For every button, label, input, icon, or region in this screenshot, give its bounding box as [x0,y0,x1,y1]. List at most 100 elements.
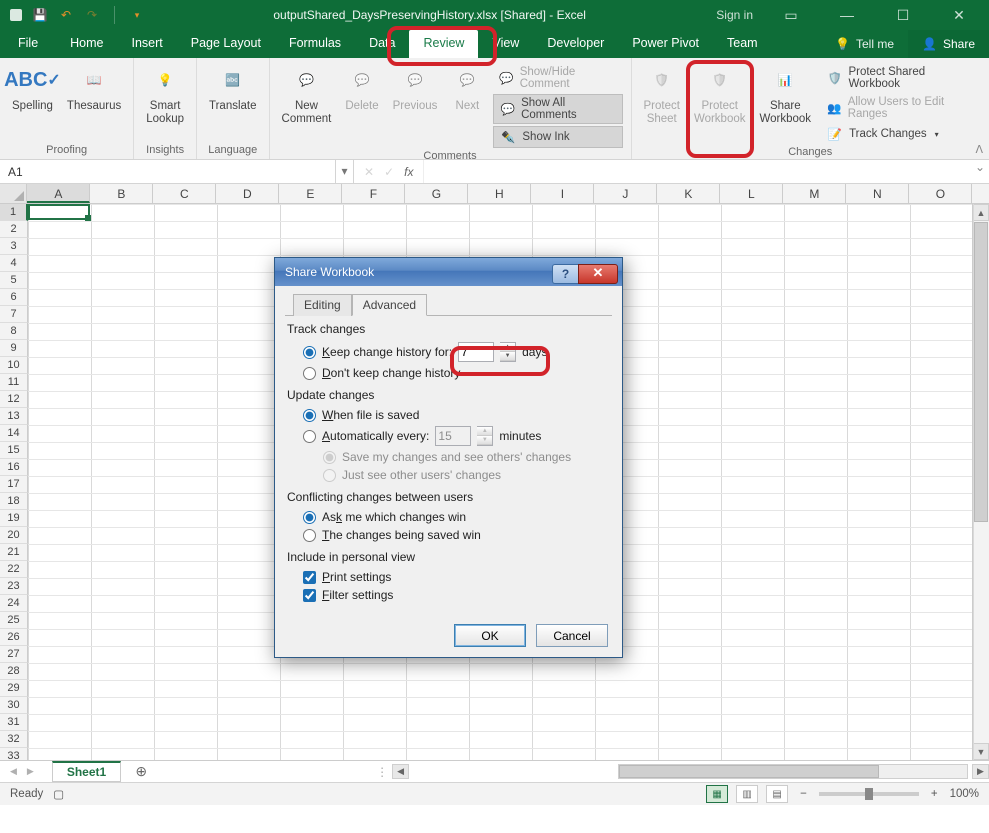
sign-in-link[interactable]: Sign in [716,8,753,22]
sheet-nav-next-icon[interactable]: ▶ [27,766,34,777]
column-header[interactable]: B [90,184,153,203]
select-all-button[interactable] [0,184,27,203]
row-header[interactable]: 9 [0,340,28,357]
thesaurus-button[interactable]: 📖 Thesaurus [63,64,125,142]
name-box-input[interactable] [0,163,335,181]
tab-power-pivot[interactable]: Power Pivot [618,30,713,58]
collapse-ribbon-icon[interactable]: ᐱ [975,143,983,156]
option-auto-every[interactable]: Automatically every: ▲▼ minutes [285,424,612,448]
row-header[interactable]: 11 [0,374,28,391]
save-icon[interactable]: 💾 [32,7,48,23]
spelling-button[interactable]: ABC✓ Spelling [8,64,57,142]
dialog-tab-advanced[interactable]: Advanced [352,294,427,316]
row-header[interactable]: 22 [0,561,28,578]
column-header[interactable]: E [279,184,342,203]
row-header[interactable]: 32 [0,731,28,748]
sheet-nav-prev-icon[interactable]: ◀ [10,766,17,777]
radio-ask-which-win[interactable] [303,511,316,524]
tab-file[interactable]: File [0,30,56,58]
option-keep-history[interactable]: Keep change history for: ▲▼ days [285,340,612,364]
option-saved-win[interactable]: The changes being saved win [285,526,612,544]
scroll-left-arrow-icon[interactable]: ◀ [392,764,409,779]
checkbox-print-settings[interactable] [303,571,316,584]
redo-icon[interactable]: ↷ [84,7,100,23]
row-header[interactable]: 17 [0,476,28,493]
column-header[interactable]: G [405,184,468,203]
row-header[interactable]: 25 [0,612,28,629]
radio-auto-every[interactable] [303,430,316,443]
scroll-down-arrow-icon[interactable]: ▼ [973,743,989,760]
tab-developer[interactable]: Developer [533,30,618,58]
column-header[interactable]: M [783,184,846,203]
dialog-help-button[interactable]: ? [552,264,578,284]
tab-team[interactable]: Team [713,30,772,58]
row-header[interactable]: 28 [0,663,28,680]
row-header[interactable]: 16 [0,459,28,476]
row-header[interactable]: 15 [0,442,28,459]
row-header[interactable]: 20 [0,527,28,544]
checkbox-filter-settings[interactable] [303,589,316,602]
normal-view-button[interactable]: ▦ [706,785,728,803]
row-header[interactable]: 27 [0,646,28,663]
option-when-saved[interactable]: When file is saved [285,406,612,424]
column-header[interactable]: L [720,184,783,203]
page-layout-view-button[interactable]: ▥ [736,785,758,803]
expand-formula-bar-icon[interactable]: ⌄ [971,160,989,183]
radio-when-saved[interactable] [303,409,316,422]
row-header[interactable]: 33 [0,748,28,760]
row-header[interactable]: 2 [0,221,28,238]
tab-review[interactable]: Review [409,30,478,58]
row-header[interactable]: 13 [0,408,28,425]
close-icon[interactable]: ✕ [941,7,977,24]
row-header[interactable]: 19 [0,510,28,527]
column-header[interactable]: I [531,184,594,203]
maximize-icon[interactable]: ☐ [885,7,921,24]
smart-lookup-button[interactable]: 💡 Smart Lookup [142,64,188,142]
insert-function-icon[interactable]: fx [404,165,413,179]
tab-page-layout[interactable]: Page Layout [177,30,275,58]
column-header[interactable]: H [468,184,531,203]
show-all-comments-button[interactable]: 💬Show All Comments [493,94,622,124]
row-header[interactable]: 8 [0,323,28,340]
vertical-scroll-thumb[interactable] [974,222,988,522]
dialog-cancel-button[interactable]: Cancel [536,624,608,647]
radio-saved-win[interactable] [303,529,316,542]
minimize-icon[interactable]: — [829,7,865,23]
dialog-tab-editing[interactable]: Editing [293,294,352,316]
translate-button[interactable]: 🔤 Translate [205,64,261,142]
column-header[interactable]: O [909,184,972,203]
zoom-slider[interactable] [819,792,919,796]
row-header[interactable]: 7 [0,306,28,323]
row-header[interactable]: 14 [0,425,28,442]
row-header[interactable]: 1 [0,204,28,221]
tab-formulas[interactable]: Formulas [275,30,355,58]
row-header[interactable]: 4 [0,255,28,272]
row-header[interactable]: 5 [0,272,28,289]
macro-record-icon[interactable]: ▢ [53,787,64,801]
dialog-close-button[interactable]: ✕ [578,264,618,284]
row-header[interactable]: 24 [0,595,28,612]
row-header[interactable]: 29 [0,680,28,697]
protect-shared-workbook-button[interactable]: 🛡️Protect Shared Workbook [821,64,981,92]
horizontal-scroll-thumb[interactable] [619,765,879,778]
days-input[interactable] [458,342,494,362]
zoom-level[interactable]: 100% [950,788,979,800]
track-changes-button[interactable]: 📝Track Changes▾ [821,124,981,144]
zoom-in-button[interactable]: + [927,788,942,800]
scroll-up-arrow-icon[interactable]: ▲ [973,204,989,221]
row-header[interactable]: 10 [0,357,28,374]
column-header[interactable]: K [657,184,720,203]
share-button[interactable]: 👤 Share [908,30,989,58]
days-spinner[interactable]: ▲▼ [500,342,516,362]
row-header[interactable]: 31 [0,714,28,731]
tab-insert[interactable]: Insert [118,30,177,58]
row-header[interactable]: 12 [0,391,28,408]
new-sheet-button[interactable]: ⊕ [131,762,151,782]
option-filter-settings[interactable]: Filter settings [285,586,612,604]
tab-data[interactable]: Data [355,30,409,58]
radio-keep-history[interactable] [303,346,316,359]
undo-icon[interactable]: ↶ [58,7,74,23]
ribbon-display-icon[interactable]: ▭ [773,7,809,24]
column-header[interactable]: F [342,184,405,203]
sheet-tab-active[interactable]: Sheet1 [52,761,121,782]
